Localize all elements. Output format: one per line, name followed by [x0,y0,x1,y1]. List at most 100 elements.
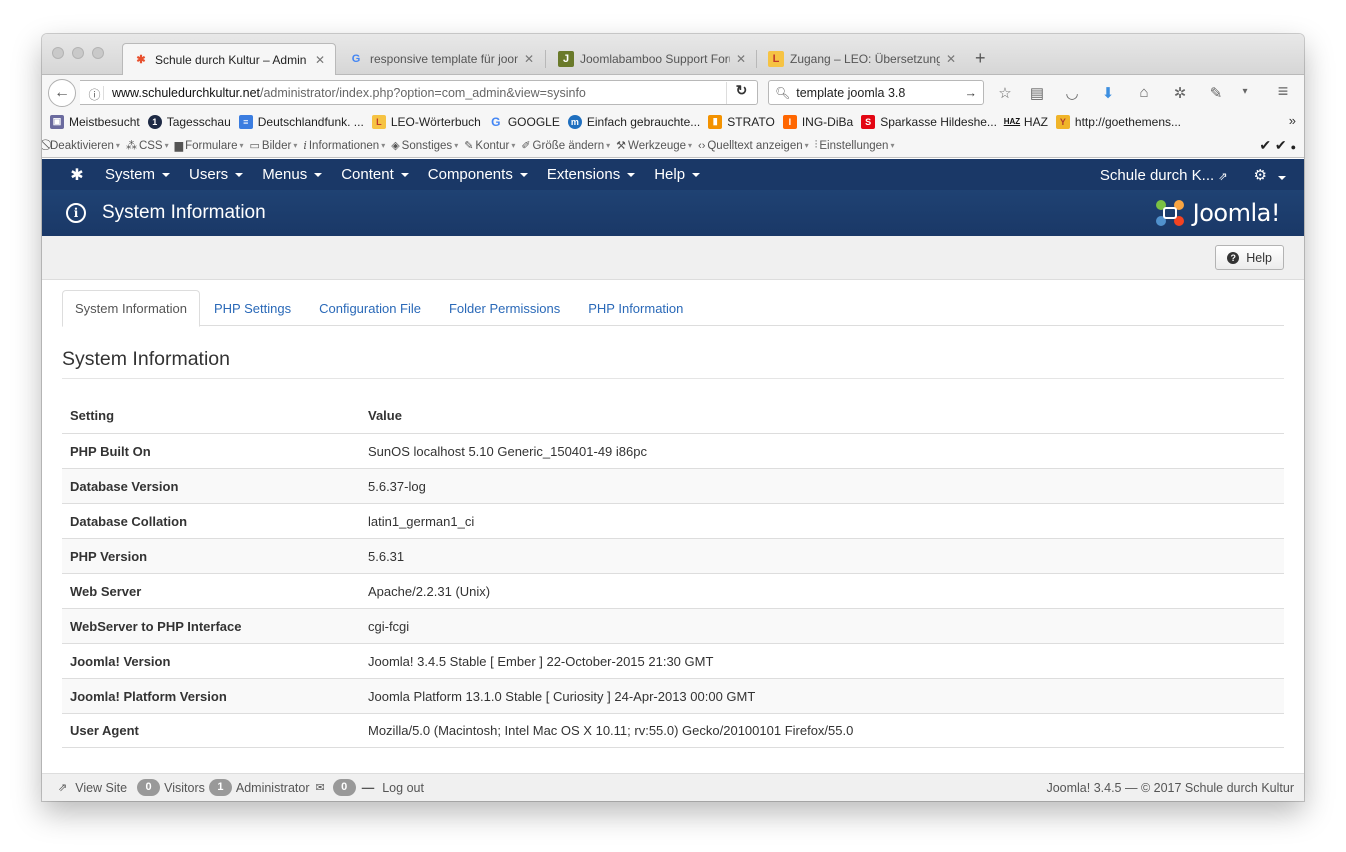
devtool-settings[interactable]: ⫶ Einstellungen ▾ [815,139,895,152]
devtool-outline[interactable]: ✎ Kontur ▾ [464,139,515,153]
messages-status[interactable]: ✉ 0 [316,779,360,796]
browser-tab[interactable]: J Joomlabamboo Support Foru ✕ [548,43,756,75]
logout-link[interactable]: — Log out [362,781,424,795]
site-info-icon[interactable]: ⓘ [86,85,104,102]
view-site-link[interactable]: ⇗ View Site [58,781,127,795]
site-link-label: Schule durch K... [1099,166,1215,184]
home-icon[interactable]: ⌂ [1134,84,1154,101]
external-link-icon: ⇗ [1218,170,1228,183]
bookmark-item[interactable]: ≡ Deutschlandfunk. ... [238,114,364,129]
devtool-resize[interactable]: ✐ Größe ändern ▾ [521,139,610,153]
close-tab-icon[interactable]: ✕ [524,52,534,66]
devtool-information[interactable]: i Informationen ▾ [303,139,385,152]
menu-label: Help [654,166,686,183]
bookmark-item[interactable]: L LEO-Wörterbuch [371,114,481,129]
menu-label: Extensions [546,166,621,183]
folder-icon: ▣ [50,114,64,129]
bookmark-label: GOOGLE [507,114,560,129]
downloads-icon[interactable]: ⬇ [1098,84,1118,102]
bookmark-item[interactable]: Yhttp://goethemens... [1055,114,1181,129]
new-tab-button[interactable]: + [975,49,986,67]
sysinfo-table: Setting Value PHP Built On SunOS localhos… [62,398,1284,748]
table-row: WebServer to PHP Interface cgi-fcgi [62,608,1284,643]
site-link[interactable]: Schule durch K... ⇗ [1100,167,1228,184]
devtool-label: Einstellungen [819,139,889,152]
devtool-misc[interactable]: ◈ Sonstiges ▾ [391,139,458,153]
joomla-logo-icon[interactable]: ✱ [62,165,92,185]
value-cell: 5.6.31 [368,548,405,564]
devtool-disable[interactable]: ⃠Deaktivieren▾ [48,139,120,152]
devtool-forms[interactable]: ▆ Formulare ▾ [174,139,244,153]
close-tab-icon[interactable]: ✕ [946,52,956,66]
devtool-source[interactable]: ‹› Quelltext anzeigen ▾ [698,140,809,152]
user-settings-menu[interactable]: ⚙ [1254,166,1286,184]
overflow-chevron-icon[interactable]: ▾ [1235,86,1255,97]
bookmark-label: http://goethemens... [1074,114,1181,129]
zoom-window-button[interactable] [92,47,104,59]
menu-content[interactable]: Content [341,166,409,183]
menu-menus[interactable]: Menus [262,166,323,183]
bookmark-item[interactable]: G GOOGLE [489,115,560,129]
devtool-css[interactable]: ⁂ CSS ▾ [126,139,169,153]
bookmark-item[interactable]: I ING-DiBa [782,114,853,129]
devtool-label: CSS [138,139,163,152]
google-favicon-icon: G [351,53,361,65]
menu-system[interactable]: System [105,166,171,183]
devtool-label: Deaktivieren [50,139,114,152]
resize-pencil-icon: ✐ [521,140,531,152]
pocket-icon[interactable]: ◡ [1062,84,1082,102]
browser-tab[interactable]: G responsive template für joon ✕ [338,43,544,75]
help-button[interactable]: ? Help [1215,245,1284,270]
devtool-images[interactable]: ▭ Bilder ▾ [250,139,298,153]
back-button[interactable]: ← [48,79,76,107]
devtool-label: Informationen [308,139,380,152]
bookmark-item[interactable]: HAZ HAZ [1004,115,1048,129]
reading-list-icon[interactable]: ▤ [1027,84,1047,102]
close-tab-icon[interactable]: ✕ [736,52,746,66]
admins-status[interactable]: 1 Administrator [208,779,310,796]
joomla-admin-menu: ✱ System Users Menus Content Components … [42,159,1304,190]
hamburger-menu-icon[interactable]: ≡ [1273,81,1293,102]
pencil-icon: ✎ [464,140,474,152]
table-row: Joomla! Platform Version Joomla Platform … [62,678,1284,713]
value-cell: Apache/2.2.31 (Unix) [368,583,491,599]
search-go-icon[interactable]: → [965,86,978,100]
table-row: Database Collation latin1_german1_ci [62,503,1284,538]
tab-configuration-file[interactable]: Configuration File [305,290,435,326]
browser-tab[interactable]: L Zugang – LEO: Übersetzung ✕ [758,43,966,75]
view-site-label: View Site [75,780,128,795]
close-window-button[interactable] [52,47,64,59]
extension-icon[interactable]: ✲ [1170,84,1190,102]
menu-help[interactable]: Help [654,166,701,183]
bookmark-item[interactable]: m Einfach gebrauchte... [567,114,700,129]
browser-tab-active[interactable]: ✱ Schule durch Kultur – Admin ✕ [122,43,336,75]
leo-favicon-icon: L [768,51,784,67]
close-tab-icon[interactable]: ✕ [315,53,325,67]
extension-2-icon[interactable]: ✎ [1206,84,1226,102]
bookmark-item[interactable]: ▮ STRATO [708,114,775,129]
devtool-tools[interactable]: ⚒ Werkzeuge ▾ [616,139,692,153]
footer-copyright: Joomla! 3.4.5 — © 2017 Schule durch Kult… [1046,781,1294,795]
code-icon: ‹› [698,139,706,152]
tab-php-settings[interactable]: PHP Settings [200,290,305,326]
tab-php-information[interactable]: PHP Information [574,290,697,326]
minimize-window-button[interactable] [72,47,84,59]
tab-system-information[interactable]: System Information [62,290,200,327]
bookmark-item[interactable]: S Sparkasse Hildeshe... [861,114,997,129]
bookmark-item[interactable]: 1 Tagesschau [147,114,231,129]
forms-icon: ▆ [174,140,184,152]
search-field[interactable]: 🔍︎ template joomla 3.8 → [768,80,984,105]
reload-icon[interactable]: ↻ [726,82,756,104]
bookmark-star-icon[interactable]: ☆ [995,84,1015,102]
menu-extensions[interactable]: Extensions [546,166,636,183]
value-cell: Joomla Platform 13.1.0 Stable [ Curiosit… [368,688,756,704]
sysinfo-tabs: System Information PHP Settings Configur… [62,290,1284,327]
setting-cell: Web Server [70,583,142,599]
bookmark-item[interactable]: ▣ Meistbesucht [50,114,140,129]
menu-users[interactable]: Users [189,166,244,183]
visitors-status[interactable]: 0 Visitors [137,779,205,796]
menu-components[interactable]: Components [428,166,528,183]
address-bar[interactable]: ⓘ www.schuledurchkultur.net/administrato… [80,80,758,105]
bookmarks-more-icon[interactable]: » [1289,113,1296,128]
tab-folder-permissions[interactable]: Folder Permissions [435,290,574,326]
